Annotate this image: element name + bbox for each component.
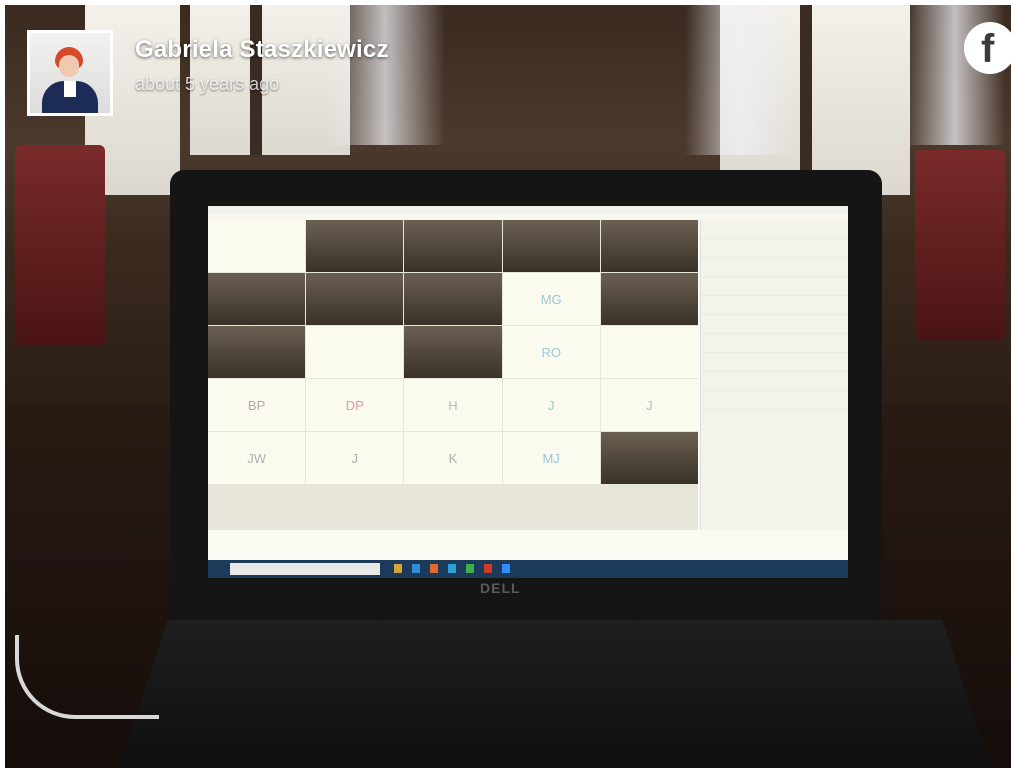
- participant-tile: [404, 273, 502, 325]
- window-frame: [800, 5, 812, 195]
- participant-row: [701, 277, 848, 296]
- tile-initials: H: [448, 397, 458, 413]
- taskbar-app-icon: [502, 564, 510, 573]
- tile-initials: MG: [540, 291, 562, 307]
- chair-left: [15, 145, 105, 345]
- participant-row: [701, 334, 848, 353]
- participant-tile: MJ: [502, 432, 600, 484]
- participant-tile: [502, 220, 600, 272]
- taskbar-app-icon: [394, 564, 402, 573]
- tile-initials: RO: [541, 344, 561, 360]
- facebook-icon[interactable]: f: [964, 22, 1011, 74]
- participant-tile: [600, 273, 698, 325]
- participant-row: [701, 296, 848, 315]
- taskbar-app-icon: [430, 564, 438, 573]
- zoom-titlebar: [208, 206, 848, 214]
- post-timestamp[interactable]: about 5 years ago: [135, 74, 389, 95]
- avatar: [30, 33, 110, 113]
- tile-initials: MJ: [542, 450, 560, 466]
- participant-tile: [600, 326, 698, 378]
- video-gallery: MG RO BP DP H J J JW J K MJ: [208, 220, 698, 530]
- participant-tile: RO: [502, 326, 600, 378]
- post-card: MG RO BP DP H J J JW J K MJ DELL Gabriel…: [5, 5, 1011, 768]
- participant-tile: JW: [208, 432, 306, 484]
- participant-tile: BP: [208, 379, 306, 431]
- participant-tile: H: [404, 379, 502, 431]
- tile-initials: DP: [345, 397, 364, 413]
- laptop-screen: MG RO BP DP H J J JW J K MJ: [208, 206, 848, 578]
- participant-tile: J: [600, 379, 698, 431]
- participant-tile: [600, 220, 698, 272]
- taskbar-app-icon: [448, 564, 456, 573]
- participant-tile: K: [404, 432, 502, 484]
- participant-tile: [306, 326, 404, 378]
- participant-tile: [208, 220, 306, 272]
- taskbar-app-icon: [484, 564, 492, 573]
- taskbar-app-icon: [466, 564, 474, 573]
- participant-tile: [600, 432, 698, 484]
- participant-tile: J: [502, 379, 600, 431]
- participant-tile: DP: [306, 379, 404, 431]
- laptop-keyboard: [115, 620, 995, 768]
- participant-tile: [404, 326, 502, 378]
- windows-taskbar: [208, 560, 848, 578]
- participant-row: [701, 220, 848, 239]
- chair-right: [915, 150, 1005, 340]
- author-avatar[interactable]: [27, 30, 113, 116]
- participant-row: [701, 353, 848, 372]
- avatar-face: [59, 55, 79, 77]
- participant-tile: MG: [502, 273, 600, 325]
- participant-tile: [208, 273, 306, 325]
- post-meta: Gabriela Staszkiewicz about 5 years ago: [135, 36, 389, 116]
- participant-tile: [306, 220, 404, 272]
- laptop: MG RO BP DP H J J JW J K MJ DELL: [170, 170, 882, 620]
- taskbar-app-icon: [412, 564, 420, 573]
- participant-tile: [306, 273, 404, 325]
- participant-tile: [208, 326, 306, 378]
- tile-initials: BP: [247, 397, 266, 413]
- tile-initials: K: [448, 450, 458, 466]
- laptop-logo: DELL: [480, 580, 521, 596]
- curtain: [685, 5, 795, 155]
- participant-row: [701, 258, 848, 277]
- post-header: Gabriela Staszkiewicz about 5 years ago: [27, 30, 389, 116]
- participant-row: [701, 239, 848, 258]
- participant-row: [701, 372, 848, 391]
- tile-initials: J: [646, 397, 653, 413]
- author-name[interactable]: Gabriela Staszkiewicz: [135, 36, 389, 64]
- tile-initials: JW: [247, 450, 266, 466]
- participant-row: [701, 391, 848, 410]
- avatar-collar: [64, 81, 76, 97]
- participant-tile: J: [306, 432, 404, 484]
- tile-initials: J: [547, 397, 555, 413]
- tile-initials: J: [351, 450, 359, 466]
- participants-panel: [700, 220, 848, 530]
- participant-tile: [404, 220, 502, 272]
- participant-row: [701, 315, 848, 334]
- facebook-glyph: f: [981, 27, 995, 71]
- taskbar-search: [230, 563, 380, 575]
